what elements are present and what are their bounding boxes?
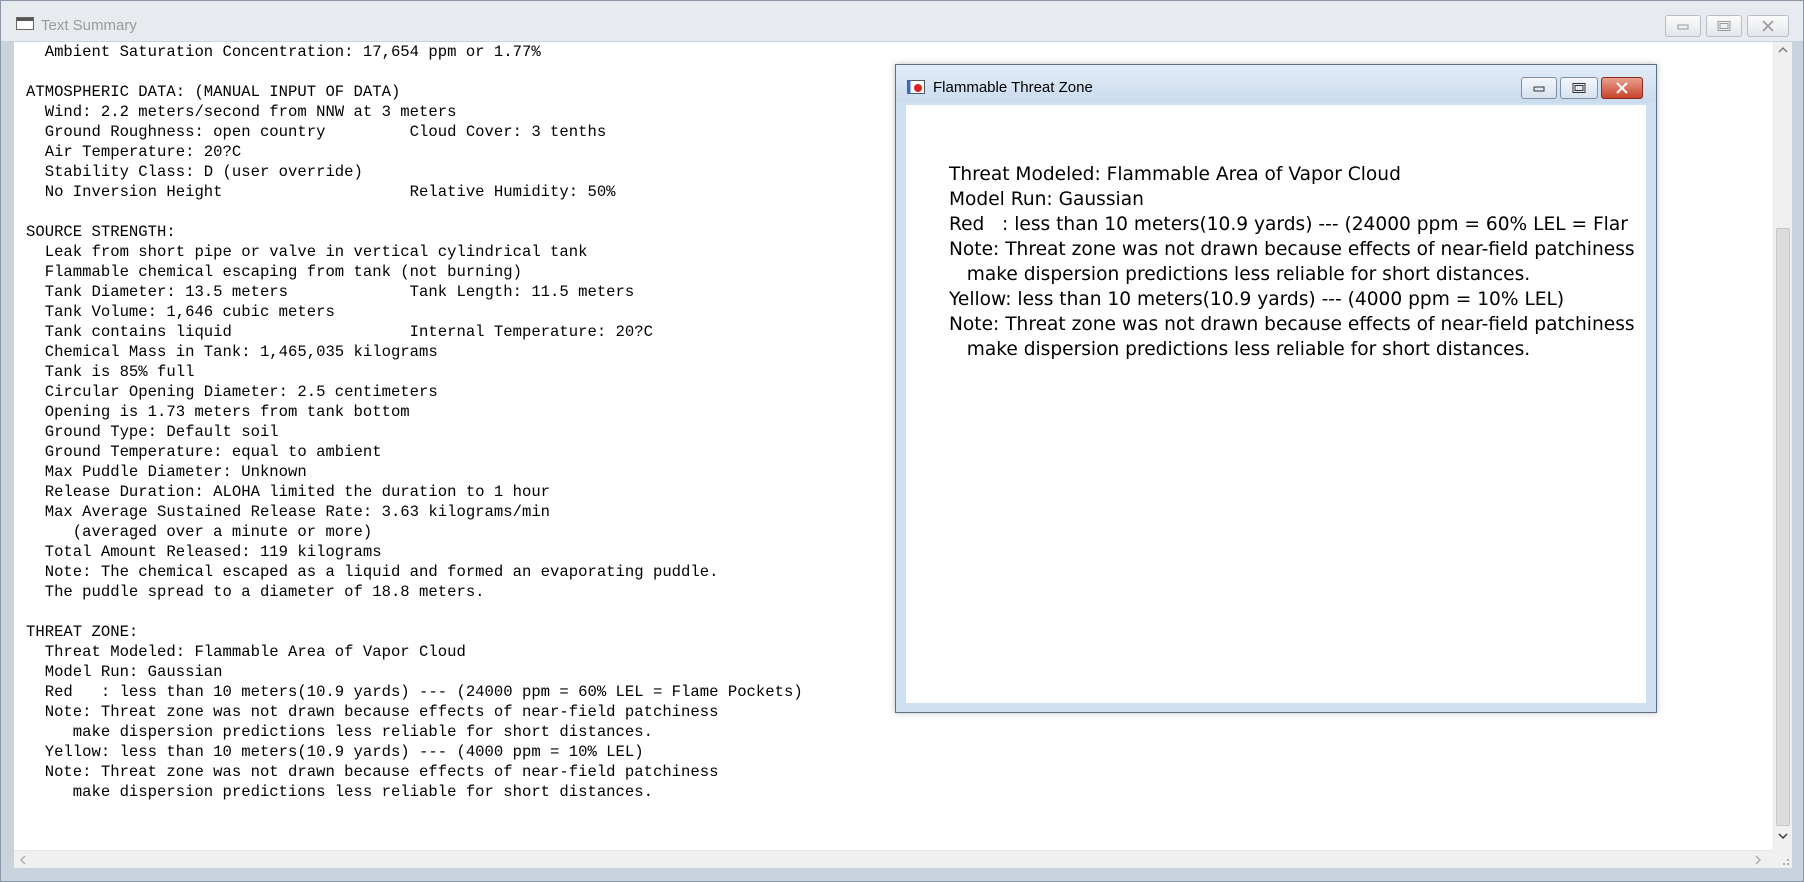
summary-line: Flammable chemical escaping from tank (n… bbox=[26, 263, 522, 281]
summary-line: ATMOSPHERIC DATA: (MANUAL INPUT OF DATA) bbox=[26, 83, 401, 101]
threat-close-button[interactable] bbox=[1601, 77, 1643, 99]
summary-line: Circular Opening Diameter: 2.5 centimete… bbox=[26, 383, 438, 401]
threat-line: Red : less than 10 meters(10.9 yards) --… bbox=[949, 214, 1628, 235]
flammable-threat-zone-window: Flammable Threat Zone Threat Modeled: Fl… bbox=[895, 64, 1657, 713]
threat-line: Note: Threat zone was not drawn because … bbox=[949, 314, 1635, 335]
vertical-scrollbar[interactable] bbox=[1773, 42, 1792, 850]
summary-line: Wind: 2.2 meters/second from NNW at 3 me… bbox=[26, 103, 457, 121]
summary-line: Ground Type: Default soil bbox=[26, 423, 279, 441]
threat-zone-app-icon bbox=[907, 80, 925, 94]
summary-line: THREAT ZONE: bbox=[26, 623, 139, 641]
summary-line: Ambient Saturation Concentration: 17,654… bbox=[26, 43, 541, 61]
summary-line bbox=[26, 602, 803, 622]
threat-maximize-button[interactable] bbox=[1560, 77, 1598, 99]
minimize-icon bbox=[1677, 24, 1689, 30]
threat-line: make dispersion predictions less reliabl… bbox=[949, 264, 1531, 285]
scroll-down-arrow-icon[interactable] bbox=[1778, 833, 1788, 839]
summary-line: Total Amount Released: 119 kilograms bbox=[26, 543, 382, 561]
summary-line: make dispersion predictions less reliabl… bbox=[26, 783, 653, 801]
summary-line: The puddle spread to a diameter of 18.8 … bbox=[26, 583, 485, 601]
scroll-up-arrow-icon[interactable] bbox=[1778, 47, 1788, 53]
maximize-button[interactable] bbox=[1706, 15, 1742, 37]
summary-line: Max Puddle Diameter: Unknown bbox=[26, 463, 307, 481]
vertical-scroll-thumb[interactable] bbox=[1776, 228, 1790, 826]
scroll-left-arrow-icon[interactable] bbox=[20, 855, 26, 865]
threat-line: Note: Threat zone was not drawn because … bbox=[949, 239, 1635, 260]
threat-line: Yellow: less than 10 meters(10.9 yards) … bbox=[949, 289, 1565, 310]
text-summary-titlebar[interactable]: Text Summary bbox=[1, 1, 1803, 41]
resize-grip-icon bbox=[1783, 859, 1789, 865]
summary-line: Stability Class: D (user override) bbox=[26, 163, 363, 181]
threat-minimize-button[interactable] bbox=[1521, 77, 1557, 99]
minimize-button[interactable] bbox=[1665, 15, 1701, 37]
minimize-icon bbox=[1533, 86, 1545, 92]
horizontal-scrollbar[interactable] bbox=[14, 850, 1773, 868]
summary-line: Opening is 1.73 meters from tank bottom bbox=[26, 403, 410, 421]
summary-line: Model Run: Gaussian bbox=[26, 663, 223, 681]
summary-line: Release Duration: ALOHA limited the dura… bbox=[26, 483, 551, 501]
summary-line: Note: Threat zone was not drawn because … bbox=[26, 703, 719, 721]
summary-line: Threat Modeled: Flammable Area of Vapor … bbox=[26, 643, 466, 661]
maximize-icon bbox=[1717, 21, 1731, 31]
threat-zone-titlebar[interactable]: Flammable Threat Zone bbox=[896, 65, 1656, 103]
summary-line: No Inversion Height Relative Humidity: 5… bbox=[26, 183, 616, 201]
summary-line: Max Average Sustained Release Rate: 3.63… bbox=[26, 503, 551, 521]
summary-line: Leak from short pipe or valve in vertica… bbox=[26, 243, 588, 261]
scroll-right-arrow-icon[interactable] bbox=[1755, 855, 1761, 865]
close-icon bbox=[1616, 82, 1628, 94]
summary-line: Yellow: less than 10 meters(10.9 yards) … bbox=[26, 743, 644, 761]
summary-text: Ambient Saturation Concentration: 17,654… bbox=[26, 42, 803, 802]
app-window-icon bbox=[16, 17, 34, 30]
summary-line: Air Temperature: 20?C bbox=[26, 143, 242, 161]
summary-line: SOURCE STRENGTH: bbox=[26, 223, 176, 241]
close-button[interactable] bbox=[1747, 15, 1789, 37]
threat-line: Threat Modeled: Flammable Area of Vapor … bbox=[949, 164, 1401, 185]
summary-line: Chemical Mass in Tank: 1,465,035 kilogra… bbox=[26, 343, 438, 361]
threat-line: Model Run: Gaussian bbox=[949, 189, 1144, 210]
summary-line: Ground Temperature: equal to ambient bbox=[26, 443, 382, 461]
summary-line: Tank Diameter: 13.5 meters Tank Length: … bbox=[26, 283, 635, 301]
summary-line: (averaged over a minute or more) bbox=[26, 523, 373, 541]
summary-line: Tank contains liquid Internal Temperatur… bbox=[26, 323, 653, 341]
summary-line: Tank Volume: 1,646 cubic meters bbox=[26, 303, 335, 321]
threat-line: make dispersion predictions less reliabl… bbox=[949, 339, 1531, 360]
close-icon bbox=[1762, 20, 1774, 32]
resize-grip[interactable] bbox=[1773, 850, 1792, 868]
summary-line: Red : less than 10 meters(10.9 yards) --… bbox=[26, 683, 803, 701]
threat-zone-title: Flammable Threat Zone bbox=[933, 79, 1093, 96]
summary-line: Note: The chemical escaped as a liquid a… bbox=[26, 563, 719, 581]
summary-line bbox=[26, 202, 803, 222]
summary-line: Note: Threat zone was not drawn because … bbox=[26, 763, 719, 781]
threat-zone-text-area[interactable]: Threat Modeled: Flammable Area of Vapor … bbox=[906, 105, 1646, 703]
window-title: Text Summary bbox=[41, 17, 137, 34]
summary-line: make dispersion predictions less reliabl… bbox=[26, 723, 653, 741]
summary-line: Ground Roughness: open country Cloud Cov… bbox=[26, 123, 607, 141]
maximize-icon bbox=[1572, 83, 1586, 93]
summary-line bbox=[26, 62, 803, 82]
summary-line: Tank is 85% full bbox=[26, 363, 195, 381]
threat-zone-text: Threat Modeled: Flammable Area of Vapor … bbox=[949, 162, 1635, 362]
